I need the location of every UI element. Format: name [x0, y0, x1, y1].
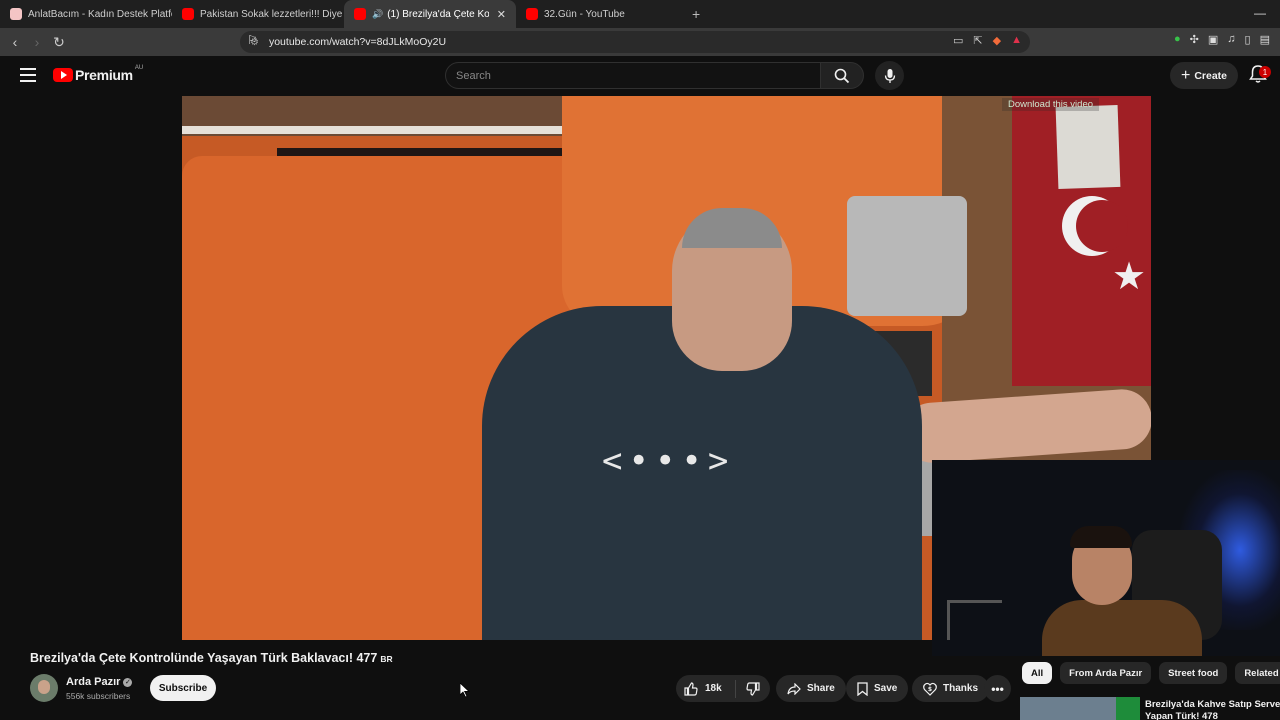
sidebar-icon[interactable]: ▯: [1245, 33, 1251, 46]
super-thanks-icon: $: [923, 682, 937, 696]
microphone-icon: [884, 68, 895, 83]
create-label: Create: [1194, 69, 1228, 82]
bookmark-save-icon: [857, 681, 868, 696]
video-title-text: Brezilya'da Çete Kontrolünde Yaşayan Tür…: [30, 651, 378, 665]
thanks-button[interactable]: $ Thanks: [912, 675, 990, 702]
channel-avatar[interactable]: [30, 674, 58, 702]
create-button[interactable]: + Create: [1170, 62, 1238, 89]
browser-toolbar: ‹ › ↻ ⚙ youtube.com/watch?v=8dJLkMoOy2U …: [0, 28, 1280, 56]
reload-icon[interactable]: ↻: [48, 34, 70, 51]
search-input[interactable]: Search: [445, 62, 821, 89]
thumbs-up-icon: [684, 681, 698, 696]
share-page-icon[interactable]: ⇱: [973, 34, 982, 47]
share-label: Share: [807, 683, 835, 694]
extension-green-icon[interactable]: ●: [1174, 33, 1181, 46]
close-tab-icon[interactable]: ✕: [497, 8, 506, 21]
scene-pots: [847, 196, 967, 316]
extensions-puzzle-icon[interactable]: ✣: [1190, 33, 1199, 46]
tab-anlatbacim[interactable]: AnlatBacım - Kadın Destek Platformu: [0, 0, 172, 28]
back-icon[interactable]: ‹: [4, 34, 26, 50]
more-dots-icon: •••: [991, 681, 1004, 696]
logo-text: Premium: [75, 67, 133, 83]
share-button[interactable]: Share: [776, 675, 846, 702]
brave-shield-icon[interactable]: ◆: [993, 34, 1001, 47]
recommended-title-line1: Brezilya'da Kahve Satıp Servet: [1145, 699, 1280, 710]
video-title-suffix: BR: [380, 654, 393, 664]
tab-label: Pakistan Sokak lezzetleri!!! Diye diye: [200, 8, 344, 20]
youtube-favicon-icon: [526, 8, 538, 20]
thanks-label: Thanks: [943, 683, 979, 694]
like-button[interactable]: 18k: [676, 679, 736, 698]
verified-icon: ✓: [123, 677, 133, 687]
browser-tab-bar: AnlatBacım - Kadın Destek Platformu Paki…: [0, 0, 1280, 28]
chip-related[interactable]: Related: [1235, 662, 1280, 684]
voice-search-button[interactable]: [875, 61, 904, 90]
related-chips: All From Arda Pazır Street food Related: [1022, 662, 1280, 686]
bookmark-icon[interactable]: ⚐: [247, 33, 258, 47]
youtube-favicon-icon: [354, 8, 366, 20]
cast-icon[interactable]: ▭: [953, 34, 963, 47]
recommended-video-title[interactable]: Brezilya'da Kahve Satıp Servet Yapan Tür…: [1145, 699, 1280, 720]
webcam-person-body: [1042, 600, 1202, 656]
subscribe-button[interactable]: Subscribe: [150, 675, 216, 701]
plus-icon: +: [1180, 66, 1191, 84]
window-minimize-icon[interactable]: —: [1254, 6, 1266, 20]
url-text: youtube.com/watch?v=8dJLkMoOy2U: [268, 36, 447, 48]
hamburger-menu-icon[interactable]: [20, 68, 36, 82]
forward-icon[interactable]: ›: [26, 34, 48, 50]
like-dislike-group: 18k: [676, 675, 770, 702]
youtube-play-icon: [53, 68, 73, 82]
channel-name-text: Arda Pazır: [66, 676, 121, 688]
speaker-icon: 🔊: [372, 8, 384, 19]
new-tab-button[interactable]: +: [692, 6, 700, 22]
youtube-favicon-icon: [182, 8, 194, 20]
shirt-print: <•••>: [602, 441, 735, 481]
like-count: 18k: [705, 683, 722, 694]
scene-paper-note: [1055, 104, 1121, 190]
search-button[interactable]: [820, 62, 864, 89]
omnibox-actions: ▭ ⇱ ◆ ▲: [953, 34, 1022, 47]
wallet-icon[interactable]: ▤: [1260, 33, 1270, 46]
chip-from-channel[interactable]: From Arda Pazır: [1060, 662, 1152, 684]
streamer-webcam: [932, 460, 1280, 656]
search-icon: [834, 68, 850, 83]
dislike-button[interactable]: [736, 681, 770, 696]
logo-region: AU: [134, 65, 144, 71]
tab-label: AnlatBacım - Kadın Destek Platformu: [28, 8, 172, 20]
thumbs-down-icon: [746, 681, 760, 696]
scene-shelf-board: [182, 126, 582, 134]
chip-street-food[interactable]: Street food: [1159, 662, 1228, 684]
media-controls-icon[interactable]: ♫: [1227, 33, 1235, 46]
video-title: Brezilya'da Çete Kontrolünde Yaşayan Tür…: [30, 651, 393, 665]
rewards-icon[interactable]: ▲: [1011, 34, 1022, 47]
address-bar[interactable]: ⚙ youtube.com/watch?v=8dJLkMoOy2U ▭ ⇱ ◆ …: [240, 31, 1030, 53]
svg-text:$: $: [928, 686, 932, 693]
save-label: Save: [874, 683, 898, 694]
extensions-bar: ● ✣ ▣ ♫ ▯ ▤: [1174, 33, 1270, 46]
site-favicon-icon: [10, 8, 22, 20]
youtube-header: Premium AU Search + Create: [0, 56, 1280, 96]
notification-badge: 1: [1259, 66, 1271, 78]
channel-name[interactable]: Arda Pazır ✓: [66, 676, 133, 688]
more-actions-button[interactable]: •••: [984, 675, 1011, 702]
tab-label: 32.Gün - YouTube: [544, 8, 625, 20]
tab-pakistan[interactable]: Pakistan Sokak lezzetleri!!! Diye diye: [172, 0, 344, 28]
save-button[interactable]: Save: [846, 675, 909, 702]
download-video-button[interactable]: Download this video: [1002, 98, 1100, 111]
share-arrow-icon: [787, 682, 801, 695]
webcam-mic-arm: [947, 600, 1002, 640]
subscriber-count: 556k subscribers: [66, 691, 131, 701]
youtube-premium-logo[interactable]: Premium AU: [53, 65, 144, 83]
recommended-title-line2: Yapan Türk! 478: [1145, 711, 1218, 720]
webcam-person-hair: [1070, 526, 1132, 548]
chip-all[interactable]: All: [1022, 662, 1053, 684]
brazil-flag-icon: [1116, 697, 1140, 720]
screenshot-icon[interactable]: ▣: [1208, 33, 1218, 46]
tab-32gun[interactable]: 32.Gün - YouTube: [516, 0, 686, 28]
tab-brezilya[interactable]: 🔊 (1) Brezilya'da Çete Kontrolün ✕: [344, 0, 516, 28]
recommended-video-thumbnail[interactable]: [1020, 697, 1140, 720]
tab-label: (1) Brezilya'da Çete Kontrolün: [387, 8, 489, 20]
